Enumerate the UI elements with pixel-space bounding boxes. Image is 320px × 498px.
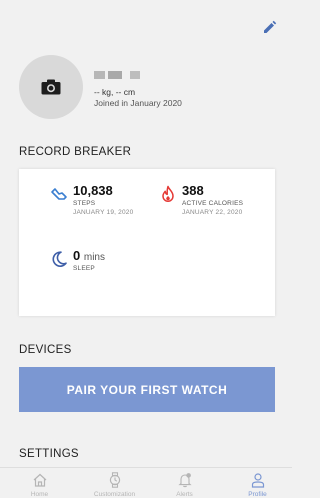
tab-customization[interactable]: Customization — [78, 468, 151, 498]
profile-icon — [251, 473, 264, 488]
edit-icon[interactable] — [262, 19, 278, 35]
watch-icon — [109, 472, 120, 488]
calories-label: ACTIVE CALORIES — [182, 200, 244, 207]
settings-heading: SETTINGS — [19, 448, 79, 460]
bottom-tab-bar: Home Customization Alerts Profile — [0, 467, 292, 498]
user-name-redacted — [94, 71, 140, 79]
steps-date: JANUARY 19, 2020 — [73, 209, 134, 216]
steps-value: 10,838 — [73, 183, 113, 198]
devices-heading: DEVICES — [19, 344, 72, 356]
calories-value: 388 — [182, 183, 204, 198]
camera-icon — [41, 79, 61, 95]
record-breaker-card: 10,838 STEPS JANUARY 19, 2020 388 ACTIVE… — [19, 169, 275, 316]
flame-icon — [162, 185, 174, 203]
pair-watch-button[interactable]: PAIR YOUR FIRST WATCH — [19, 367, 275, 412]
tab-home[interactable]: Home — [3, 468, 76, 498]
tab-profile[interactable]: Profile — [221, 468, 294, 498]
record-breaker-heading: RECORD BREAKER — [19, 146, 132, 158]
sleep-label: SLEEP — [73, 265, 95, 272]
sleep-value: 0 mins — [73, 248, 105, 263]
home-icon — [33, 473, 46, 487]
bell-icon — [177, 473, 192, 488]
moon-icon — [52, 251, 67, 267]
sleep-unit: mins — [83, 252, 105, 263]
tab-alerts[interactable]: Alerts — [148, 468, 221, 498]
steps-label: STEPS — [73, 200, 96, 207]
weight-height-text: -- kg, -- cm — [94, 87, 136, 97]
joined-date-text: Joined in January 2020 — [94, 98, 182, 108]
avatar[interactable] — [19, 55, 83, 119]
calories-date: JANUARY 22, 2020 — [182, 209, 243, 216]
shoe-icon — [51, 188, 67, 200]
